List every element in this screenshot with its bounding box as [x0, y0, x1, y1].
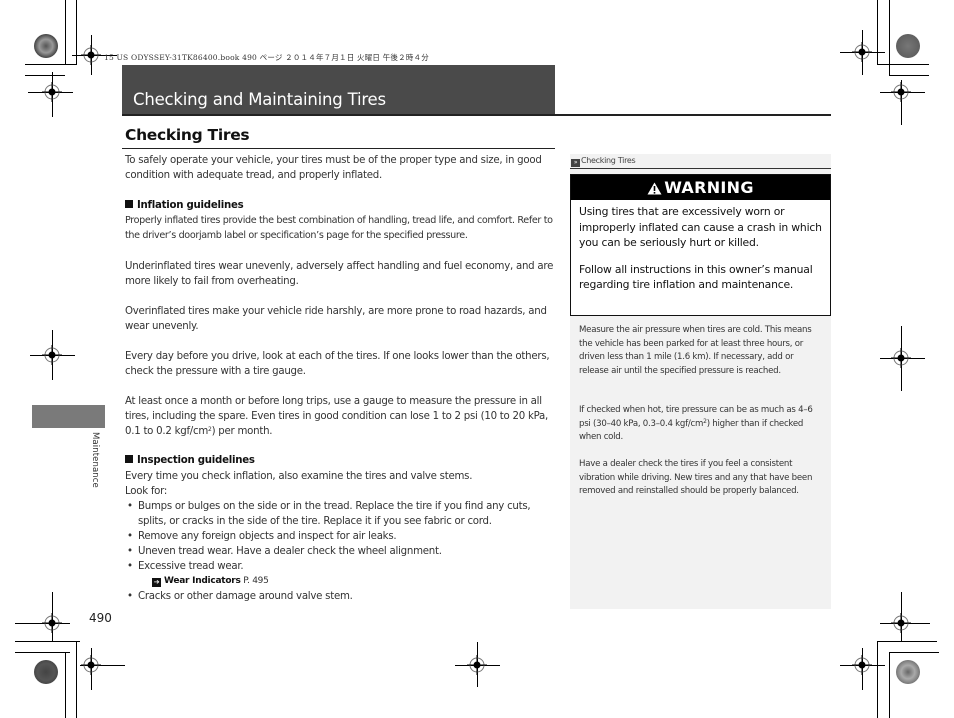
section-bullet-icon — [125, 455, 133, 463]
crop-line — [15, 641, 80, 642]
inspection-list: Bumps or bulges on the side or in the tr… — [125, 499, 555, 604]
list-item: Cracks or other damage around valve stem… — [125, 589, 555, 604]
registration-mark-icon — [891, 348, 911, 368]
crop-line — [889, 75, 929, 76]
cold-check-note: Measure the air pressure when tires are … — [579, 325, 812, 376]
registration-mark-icon — [891, 82, 911, 102]
inflation-heading: Inflation guidelines — [125, 198, 555, 213]
warning-paragraph: Using tires that are excessively worn or… — [579, 205, 822, 249]
crop-line — [889, 652, 890, 718]
hot-check-note: If checked when hot, tire pressure can b… — [579, 405, 813, 442]
crop-line — [25, 75, 65, 76]
color-bar-disc-icon — [896, 34, 920, 58]
print-file-info: 15 US ODYSSEY-31TK86400.book 490 ページ ２０１… — [104, 53, 429, 62]
color-bar-disc-icon — [34, 660, 58, 684]
crop-line — [877, 641, 937, 642]
warning-triangle-icon — [647, 182, 662, 195]
notes-panel: » Checking Tires WARNING Using tires that… — [570, 154, 831, 609]
chapter-title: Checking and Maintaining Tires — [133, 90, 386, 109]
chapter-banner: Checking and Maintaining Tires — [122, 65, 555, 115]
page-number: 490 — [89, 611, 112, 625]
underinflated-paragraph: Underinflated tires wear unevenly, adver… — [125, 261, 554, 287]
color-bar-disc-icon — [34, 34, 58, 58]
section-bullet-icon — [125, 200, 133, 208]
look-for-label: Look for: — [125, 486, 168, 497]
registration-mark-icon — [81, 45, 101, 65]
warning-box: WARNING Using tires that are excessively… — [570, 174, 831, 316]
note-reference: » Checking Tires — [570, 154, 831, 169]
crop-line — [65, 652, 66, 718]
crop-line — [877, 641, 878, 718]
list-item: Bumps or bulges on the side or in the tr… — [125, 499, 555, 529]
inspection-intro: Every time you check inflation, also exa… — [125, 471, 473, 482]
intro-paragraph: To safely operate your vehicle, your tir… — [125, 155, 542, 181]
list-item: Uneven tread wear. Have a dealer check t… — [125, 544, 555, 559]
crop-line — [889, 652, 939, 653]
section-title: Checking Tires — [125, 126, 250, 144]
crop-line — [25, 64, 77, 65]
registration-mark-icon — [42, 82, 62, 102]
warning-paragraph: Follow all instructions in this owner’s … — [579, 262, 813, 292]
crop-line — [15, 652, 70, 653]
chapter-tab[interactable] — [32, 405, 105, 428]
registration-mark-icon — [467, 655, 487, 675]
monthly-check-paragraph: At least once a month or before long tri… — [125, 396, 549, 437]
double-chevron-icon: » — [571, 159, 580, 167]
inspection-heading: Inspection guidelines — [125, 453, 555, 468]
registration-mark-icon — [42, 345, 62, 365]
vibration-note: Have a dealer check the tires if you fee… — [579, 459, 813, 496]
crop-line — [76, 641, 77, 718]
registration-mark-icon — [891, 613, 911, 633]
overinflated-paragraph: Overinflated tires make your vehicle rid… — [125, 306, 547, 332]
registration-mark-icon — [42, 613, 62, 633]
warning-header: WARNING — [571, 175, 830, 200]
warning-text: Using tires that are excessively worn or… — [571, 200, 830, 293]
color-bar-disc-icon — [896, 660, 920, 684]
list-item: Remove any foreign objects and inspect f… — [125, 529, 555, 544]
wear-indicators-link[interactable]: ➔ Wear Indicators P. 495 — [125, 574, 555, 589]
registration-mark-icon — [81, 655, 101, 675]
banner-divider — [122, 114, 831, 116]
list-item: Excessive tread wear. — [125, 559, 555, 574]
daily-check-paragraph: Every day before you drive, look at each… — [125, 351, 550, 377]
registration-mark-icon — [852, 42, 872, 62]
section-divider — [122, 148, 555, 149]
crop-line — [877, 0, 878, 65]
registration-mark-icon — [852, 655, 872, 675]
cross-reference-arrow-icon: ➔ — [152, 578, 161, 587]
chapter-tab-label: Maintenance — [90, 432, 100, 488]
crop-line — [65, 0, 66, 65]
crop-line — [877, 64, 929, 65]
inflation-paragraph: Properly inflated tires provide the best… — [125, 215, 553, 241]
